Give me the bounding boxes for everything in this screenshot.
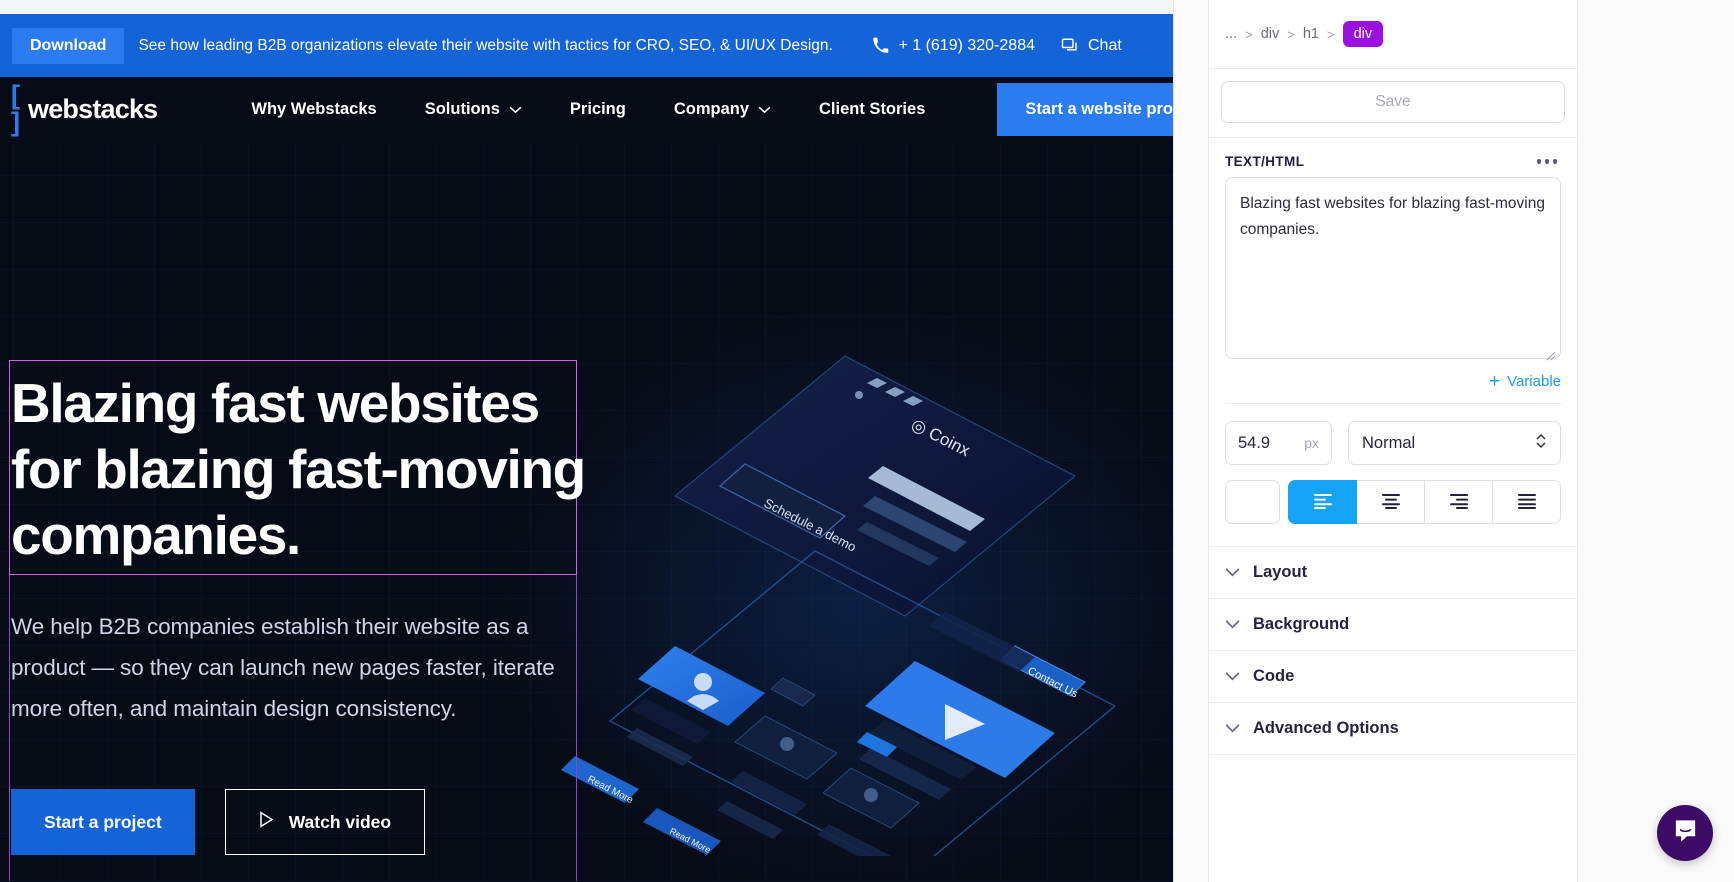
breadcrumb-item-active-div[interactable]: div xyxy=(1342,21,1384,47)
align-center-button[interactable] xyxy=(1357,480,1425,524)
align-center-icon xyxy=(1381,493,1401,512)
align-left-button[interactable] xyxy=(1288,480,1357,524)
plus-icon: + xyxy=(1488,371,1501,392)
chevron-down-icon xyxy=(1225,564,1240,582)
nav-label: Client Stories xyxy=(819,99,926,118)
save-row: Save xyxy=(1209,69,1577,138)
watch-video-label: Watch video xyxy=(288,811,392,832)
text-html-input[interactable] xyxy=(1225,177,1561,359)
download-button[interactable]: Download xyxy=(12,27,125,64)
banner-message: See how leading B2B organizations elevat… xyxy=(138,36,833,54)
chevron-down-icon xyxy=(509,100,522,119)
font-weight-value: Normal xyxy=(1362,433,1416,452)
align-justify-icon xyxy=(1517,493,1537,512)
primary-nav: Why Webstacks Solutions Pricing Company xyxy=(227,100,949,119)
nav-label: Why Webstacks xyxy=(251,99,377,118)
nav-item-solutions[interactable]: Solutions xyxy=(401,100,546,119)
nav-item-client-stories[interactable]: Client Stories xyxy=(795,100,949,119)
accordion-advanced-options[interactable]: Advanced Options xyxy=(1209,703,1577,755)
accordion-layout[interactable]: Layout xyxy=(1209,547,1577,599)
website-preview-frame: Download See how leading B2B organizatio… xyxy=(0,14,1173,882)
font-size-input[interactable]: 54.9 px xyxy=(1225,421,1332,465)
align-right-button[interactable] xyxy=(1425,480,1493,524)
chevron-down-icon xyxy=(1225,720,1240,738)
watch-video-button[interactable]: Watch video xyxy=(224,789,426,856)
nav-item-company[interactable]: Company xyxy=(650,100,795,119)
editor-sidebar: ... > div > h1 > div Save TEXT/HTML Blaz… xyxy=(1173,0,1734,882)
phone-icon xyxy=(872,37,889,54)
nav-item-why-webstacks[interactable]: Why Webstacks xyxy=(227,100,400,119)
breadcrumb-item-div[interactable]: div xyxy=(1261,26,1280,42)
align-right-icon xyxy=(1449,493,1469,512)
more-horizontal-icon[interactable] xyxy=(1533,155,1562,168)
align-button-group xyxy=(1288,480,1561,524)
hero-paragraph[interactable]: We help B2B companies establish their we… xyxy=(11,607,586,730)
nav-item-pricing[interactable]: Pricing xyxy=(546,100,650,119)
font-size-unit: px xyxy=(1304,435,1319,451)
banner-contact-group: + 1 (619) 320-2884 Chat xyxy=(872,37,1139,55)
intercom-launcher-button[interactable] xyxy=(1657,805,1713,861)
nav-label: Company xyxy=(673,99,750,118)
hero-content: Blazing fast websites for blazing fast-m… xyxy=(11,371,586,856)
site-logo[interactable]: [ ] webstacks xyxy=(11,80,158,137)
hero-section: ◎ Coinx Schedule a demo Contact Us Read … xyxy=(0,141,1173,881)
breadcrumb-item-h1[interactable]: h1 xyxy=(1303,26,1319,42)
logo-wordmark: webstacks xyxy=(28,93,158,124)
chevron-updown-icon xyxy=(1535,432,1547,455)
chat-bubble-icon xyxy=(1061,37,1079,55)
phone-number: + 1 (619) 320-2884 xyxy=(898,36,1035,54)
accordion-label: Code xyxy=(1253,667,1295,685)
align-none-button[interactable] xyxy=(1225,480,1280,524)
phone-link[interactable]: + 1 (619) 320-2884 xyxy=(872,37,1035,55)
start-a-project-button[interactable]: Start a project xyxy=(11,789,195,856)
accordion-code[interactable]: Code xyxy=(1209,651,1577,703)
chevron-down-icon xyxy=(758,100,771,119)
accordion-label: Advanced Options xyxy=(1253,719,1399,737)
text-html-box xyxy=(1225,177,1561,364)
chevron-down-icon xyxy=(1225,616,1240,634)
accordion-label: Background xyxy=(1253,615,1350,633)
section-title: TEXT/HTML xyxy=(1225,154,1305,169)
accordion-list: Layout Background Code Advanced Options xyxy=(1209,546,1577,755)
breadcrumb: ... > div > h1 > div xyxy=(1209,0,1577,69)
breadcrumb-separator: > xyxy=(1287,26,1295,42)
accordion-label: Layout xyxy=(1253,563,1308,581)
chat-label: Chat xyxy=(1087,36,1122,54)
font-size-value: 54.9 xyxy=(1238,433,1271,452)
text-html-field-wrap xyxy=(1209,177,1577,364)
site-navbar: [ ] webstacks Why Webstacks Solutions Pr xyxy=(0,77,1173,141)
logo-bracket-icon: [ ] xyxy=(11,80,20,137)
text-align-controls xyxy=(1209,465,1577,524)
nav-label: Solutions xyxy=(424,99,500,118)
play-triangle-icon xyxy=(259,811,274,833)
hero-heading[interactable]: Blazing fast websites for blazing fast-m… xyxy=(11,371,586,569)
chevron-down-icon xyxy=(1225,668,1240,686)
typography-controls: 54.9 px Normal xyxy=(1209,404,1577,465)
variable-row: + Variable xyxy=(1209,364,1577,391)
accordion-background[interactable]: Background xyxy=(1209,599,1577,651)
nav-label: Pricing xyxy=(569,99,626,118)
breadcrumb-separator: > xyxy=(1245,26,1253,42)
text-html-section-header: TEXT/HTML xyxy=(1209,138,1577,177)
align-justify-button[interactable] xyxy=(1493,480,1561,524)
breadcrumb-item-ellipsis[interactable]: ... xyxy=(1225,26,1237,42)
start-website-project-button[interactable]: Start a website project xyxy=(997,82,1173,136)
editor-app: Download See how leading B2B organizatio… xyxy=(0,0,1734,882)
website-preview-pane: Download See how leading B2B organizatio… xyxy=(0,0,1173,882)
hero-illustration: ◎ Coinx Schedule a demo Contact Us Read … xyxy=(515,316,1173,881)
variable-label: Variable xyxy=(1507,373,1561,390)
chat-link[interactable]: Chat xyxy=(1061,37,1122,55)
editor-panel: ... > div > h1 > div Save TEXT/HTML Blaz… xyxy=(1208,0,1578,882)
intercom-chat-icon xyxy=(1672,817,1699,849)
announcement-banner: Download See how leading B2B organizatio… xyxy=(0,14,1173,77)
hero-cta-group: Start a project Watch video xyxy=(11,789,586,856)
add-variable-button[interactable]: + Variable xyxy=(1489,372,1561,391)
align-left-icon xyxy=(1313,493,1333,512)
breadcrumb-separator: > xyxy=(1326,26,1335,42)
font-weight-select[interactable]: Normal xyxy=(1348,421,1561,465)
save-button[interactable]: Save xyxy=(1221,81,1565,123)
